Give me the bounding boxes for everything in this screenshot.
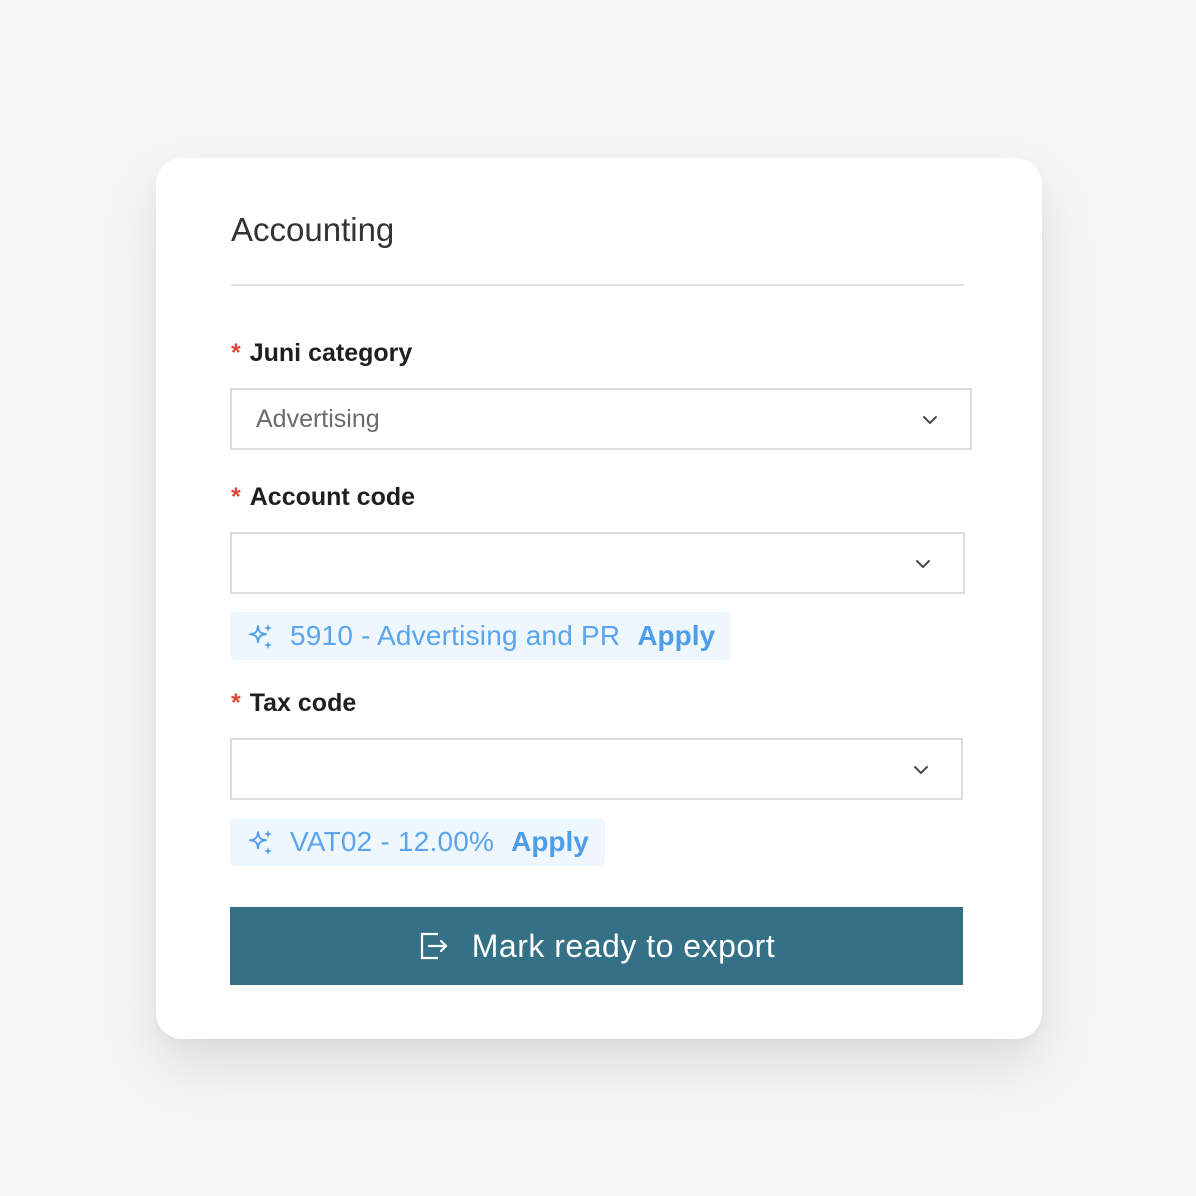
mark-ready-to-export-button[interactable]: Mark ready to export — [230, 907, 963, 985]
account-code-suggestion: 5910 - Advertising and PR Apply — [230, 612, 732, 660]
export-button-label: Mark ready to export — [471, 927, 776, 964]
account-code-select[interactable] — [230, 532, 965, 594]
tax-code-select[interactable] — [230, 738, 963, 800]
tax-code-label: * Tax code — [231, 688, 356, 718]
required-asterisk: * — [231, 689, 241, 717]
juni-category-select[interactable]: Advertising — [230, 388, 972, 450]
panel-title: Accounting — [231, 211, 395, 248]
tax-code-suggestion-text: VAT02 - 12.00% — [290, 826, 495, 857]
accounting-panel: Accounting * Juni category Advertising * A… — [156, 158, 1042, 1039]
chevron-down-icon — [914, 766, 928, 774]
account-code-label-text: Account code — [249, 483, 416, 511]
required-asterisk: * — [231, 339, 241, 367]
juni-category-value: Advertising — [256, 405, 380, 433]
tax-code-label-text: Tax code — [249, 689, 357, 717]
required-asterisk: * — [231, 483, 241, 511]
chevron-down-icon — [923, 416, 937, 424]
chevron-down-icon — [916, 560, 930, 568]
sparkle-icon — [249, 624, 272, 649]
apply-account-code-button[interactable]: Apply — [637, 620, 715, 652]
export-icon — [420, 932, 447, 960]
juni-category-label-text: Juni category — [249, 339, 413, 367]
tax-code-suggestion: VAT02 - 12.00% Apply — [230, 818, 605, 866]
account-code-suggestion-text: 5910 - Advertising and PR — [290, 620, 621, 651]
title-divider — [231, 284, 964, 286]
juni-category-label: * Juni category — [231, 338, 412, 368]
apply-tax-code-button[interactable]: Apply — [511, 826, 589, 858]
account-code-label: * Account code — [231, 482, 415, 512]
sparkle-icon — [249, 830, 272, 855]
